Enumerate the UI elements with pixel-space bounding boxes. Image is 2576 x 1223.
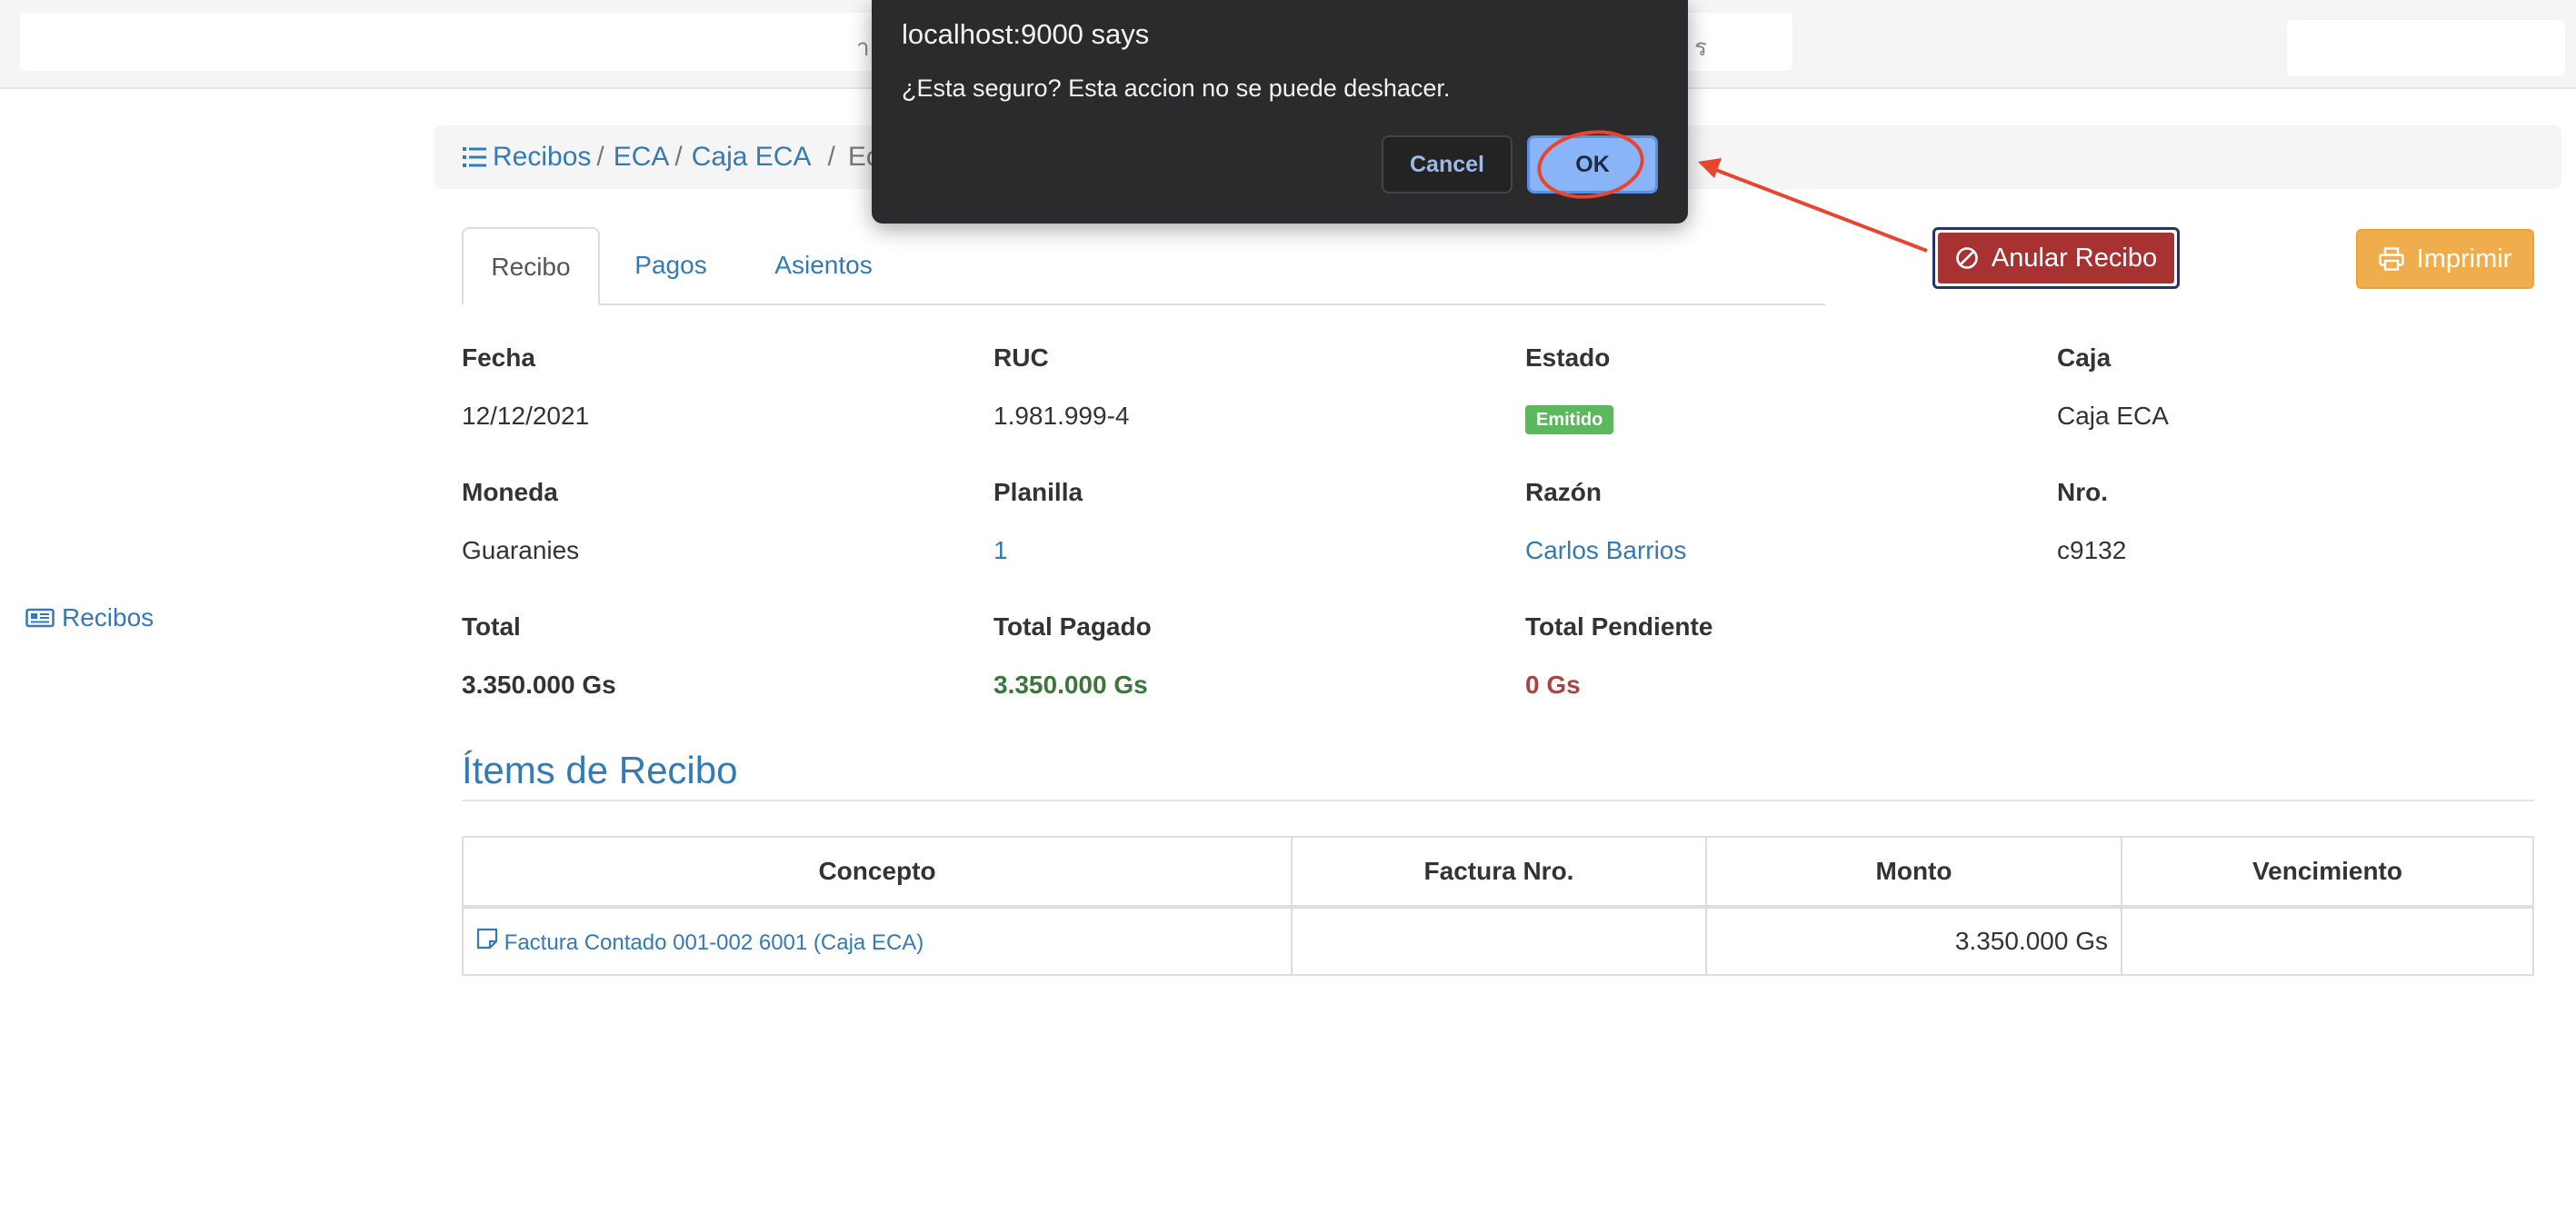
total-value: 3.350.000 Gs: [462, 671, 616, 699]
items-section-title: Ítems de Recibo: [462, 749, 2534, 801]
fecha-label: Fecha: [462, 343, 535, 372]
factura-nro-cell: [1291, 906, 1707, 976]
imprimir-button[interactable]: Imprimir: [2356, 229, 2534, 289]
imprimir-label: Imprimir: [2416, 244, 2512, 273]
total-pagado-value: 3.350.000 Gs: [993, 671, 1148, 699]
breadcrumb-separator: /: [596, 142, 604, 172]
tab-bar: Recibo Pagos Asientos: [462, 227, 1825, 305]
tab-asientos[interactable]: Asientos: [751, 227, 896, 303]
concepto-text: Factura Contado 001-002 6001 (Caja ECA): [504, 930, 924, 955]
table-header-row: Concepto Factura Nro. Monto Vencimiento: [462, 836, 2534, 909]
total-pendiente-value: 0 Gs: [1525, 671, 1581, 699]
caja-label: Caja: [2057, 343, 2112, 372]
column-header-factura-nro: Factura Nro.: [1291, 836, 1707, 909]
moneda-value: Guaranies: [462, 536, 580, 564]
anular-recibo-label: Anular Recibo: [1991, 243, 2158, 273]
cancel-button[interactable]: Cancel: [1382, 135, 1513, 194]
sidebar-item-label: Recibos: [62, 603, 155, 631]
tab-recibo[interactable]: Recibo: [462, 227, 600, 305]
dialog-message: ¿Esta seguro? Esta accion no se puede de…: [902, 75, 1451, 102]
breadcrumb-link-recibos[interactable]: Recibos: [493, 142, 591, 173]
nro-label: Nro.: [2057, 478, 2108, 506]
caja-value: Caja ECA: [2057, 402, 2169, 430]
ruc-label: RUC: [993, 343, 1049, 372]
column-header-monto: Monto: [1705, 836, 2122, 909]
sticky-note-icon: [476, 928, 498, 949]
ruc-value: 1.981.999-4: [993, 402, 1130, 430]
top-input-text-fragment: ร: [1694, 34, 1707, 61]
razon-label: Razón: [1525, 478, 1602, 506]
tab-pagos[interactable]: Pagos: [616, 227, 725, 303]
total-label: Total: [462, 612, 521, 641]
anular-recibo-button[interactable]: Anular Recibo: [1932, 227, 2180, 289]
monto-cell: 3.350.000 Gs: [1705, 906, 2122, 976]
estado-label: Estado: [1525, 343, 1611, 372]
list-icon: [463, 147, 486, 167]
status-badge: Emitido: [1525, 405, 1614, 434]
items-table: Concepto Factura Nro. Monto Vencimiento …: [462, 836, 2534, 976]
column-header-concepto: Concepto: [462, 836, 1293, 909]
confirm-dialog: localhost:9000 says ¿Esta seguro? Esta a…: [872, 0, 1688, 224]
top-input-text-fragment: า: [856, 34, 870, 61]
breadcrumb-link-caja-eca[interactable]: Caja ECA: [692, 142, 812, 173]
top-right-input[interactable]: [2287, 20, 2565, 76]
table-row: Factura Contado 001-002 6001 (Caja ECA) …: [462, 906, 2534, 976]
ban-icon: [1956, 247, 1978, 269]
moneda-label: Moneda: [462, 478, 558, 506]
column-header-vencimiento: Vencimiento: [2121, 836, 2534, 909]
total-pagado-label: Total Pagado: [993, 612, 1152, 641]
sidebar-item-recibos[interactable]: Recibos: [25, 603, 154, 632]
breadcrumb-link-eca[interactable]: ECA: [614, 142, 670, 173]
dialog-title: localhost:9000 says: [902, 18, 1150, 50]
planilla-link[interactable]: 1: [993, 536, 1008, 565]
breadcrumb-separator: /: [674, 142, 683, 172]
newspaper-icon: [25, 608, 55, 628]
ok-button[interactable]: OK: [1527, 135, 1658, 194]
total-pendiente-label: Total Pendiente: [1525, 612, 1713, 641]
concepto-cell: Factura Contado 001-002 6001 (Caja ECA): [462, 906, 1293, 976]
nro-value: c9132: [2057, 536, 2127, 564]
concepto-link[interactable]: Factura Contado 001-002 6001 (Caja ECA): [476, 928, 924, 955]
fecha-value: 12/12/2021: [462, 402, 590, 430]
planilla-label: Planilla: [993, 478, 1083, 506]
razon-link[interactable]: Carlos Barrios: [1525, 536, 1686, 565]
vencimiento-cell: [2121, 906, 2534, 976]
breadcrumb-separator: /: [827, 142, 835, 172]
printer-icon: [2378, 247, 2404, 271]
